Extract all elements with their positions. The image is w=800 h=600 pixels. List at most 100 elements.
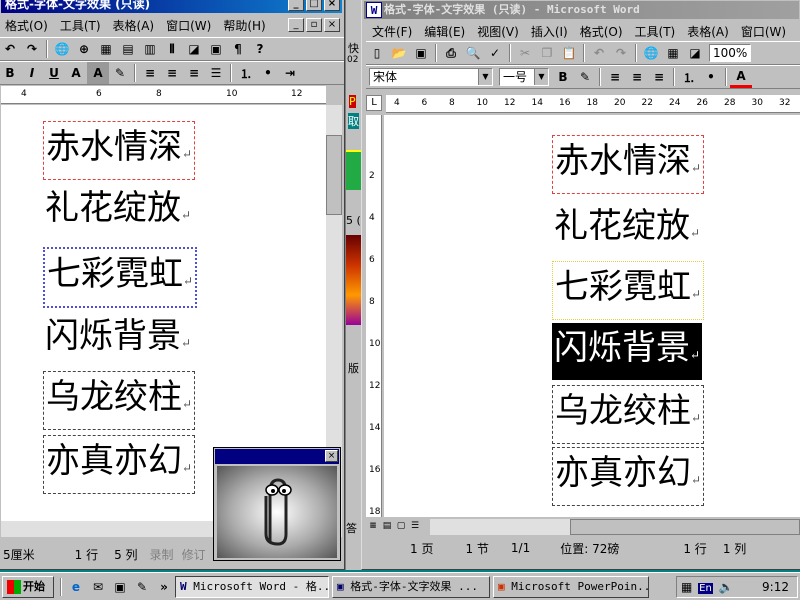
char-shading-icon[interactable]: A bbox=[87, 62, 109, 84]
new-icon[interactable]: ▯ bbox=[366, 42, 388, 64]
menu-tools[interactable]: 工具(T) bbox=[629, 23, 682, 40]
menu-window[interactable]: 窗口(W) bbox=[160, 17, 217, 34]
bold-icon[interactable]: B bbox=[552, 66, 574, 88]
paperclip-icon[interactable] bbox=[217, 466, 337, 558]
align-right-icon[interactable]: ≡ bbox=[648, 66, 670, 88]
align-right-icon[interactable]: ≡ bbox=[183, 62, 205, 84]
office-assistant-window[interactable]: × bbox=[213, 447, 341, 561]
char-border-icon[interactable]: A bbox=[65, 62, 87, 84]
web-view-icon[interactable]: ▤ bbox=[380, 519, 394, 533]
cut-icon[interactable]: ✂ bbox=[514, 42, 536, 64]
ruler-corner[interactable]: L bbox=[366, 95, 382, 111]
menu-file[interactable]: 文件(F) bbox=[366, 23, 418, 40]
print-preview-icon[interactable]: 🔍 bbox=[462, 42, 484, 64]
hyperlink-icon[interactable]: 🌐 bbox=[51, 38, 73, 60]
spelling-icon[interactable]: ✓ bbox=[484, 42, 506, 64]
menu-window[interactable]: 窗口(W) bbox=[735, 23, 792, 40]
align-center-icon[interactable]: ≡ bbox=[626, 66, 648, 88]
outline-view-icon[interactable]: ☰ bbox=[408, 519, 422, 533]
italic-icon[interactable]: I bbox=[21, 62, 43, 84]
ime-icon[interactable]: ▦ bbox=[681, 580, 692, 594]
bullets-icon[interactable]: • bbox=[700, 66, 722, 88]
zoom-select[interactable]: 100% bbox=[709, 44, 751, 62]
highlight-icon[interactable]: ✎ bbox=[574, 66, 596, 88]
h-scroll-thumb[interactable] bbox=[570, 519, 800, 535]
menu-table[interactable]: 表格(A) bbox=[681, 23, 735, 40]
more-icon[interactable]: » bbox=[153, 576, 175, 598]
minimize-button[interactable]: _ bbox=[288, 0, 304, 11]
open-icon[interactable]: 📂 bbox=[388, 42, 410, 64]
show-hide-icon[interactable]: ¶ bbox=[227, 38, 249, 60]
columns-icon[interactable]: ⫴ bbox=[161, 38, 183, 60]
maximize-button[interactable]: □ bbox=[306, 0, 322, 11]
taskbar-word-2[interactable]: ▣ 格式-字体-文字效果 ... bbox=[332, 575, 490, 598]
tables-borders-icon[interactable]: ▦ bbox=[95, 38, 117, 60]
numbering-icon[interactable]: ⒈ bbox=[235, 62, 257, 84]
indent-icon[interactable]: ⇥ bbox=[279, 62, 301, 84]
insert-table-icon[interactable]: ▤ bbox=[117, 38, 139, 60]
bullets-icon[interactable]: • bbox=[257, 62, 279, 84]
underline-icon[interactable]: U bbox=[43, 62, 65, 84]
menu-tools[interactable]: 工具(T) bbox=[54, 17, 107, 34]
font-name-select[interactable]: 宋体 ▼ bbox=[369, 68, 493, 86]
close-button[interactable]: × bbox=[324, 0, 340, 11]
save-icon[interactable]: ▣ bbox=[410, 42, 432, 64]
print-icon[interactable]: ⎙ bbox=[440, 42, 462, 64]
word-5: 乌龙绞柱↵ bbox=[43, 371, 196, 430]
menu-insert[interactable]: 插入(I) bbox=[525, 23, 574, 40]
help-icon[interactable]: ? bbox=[249, 38, 271, 60]
web-toolbar-icon[interactable]: ⊕ bbox=[73, 38, 95, 60]
assistant-title-bar[interactable]: × bbox=[215, 449, 339, 464]
menu-format[interactable]: 格式(O) bbox=[0, 17, 54, 34]
doc-close-button[interactable]: × bbox=[324, 18, 340, 32]
right-horizontal-scrollbar[interactable] bbox=[430, 519, 800, 535]
normal-view-icon[interactable]: ≡ bbox=[366, 519, 380, 533]
outlook-icon[interactable]: ✉ bbox=[87, 576, 109, 598]
copy-icon[interactable]: ❐ bbox=[536, 42, 558, 64]
hyperlink-icon[interactable]: 🌐 bbox=[640, 42, 662, 64]
close-button[interactable]: × bbox=[325, 450, 338, 462]
doc-restore-button[interactable]: ▫ bbox=[306, 18, 322, 32]
doc-minimize-button[interactable]: _ bbox=[288, 18, 304, 32]
justify-icon[interactable]: ☰ bbox=[205, 62, 227, 84]
insert-excel-icon[interactable]: ▥ bbox=[139, 38, 161, 60]
paste-icon[interactable]: 📋 bbox=[558, 42, 580, 64]
right-document-area[interactable]: 赤水情深↵ 礼花绽放↵ 七彩霓虹↵ 闪烁背景↵ 乌龙绞柱↵ 亦真亦幻↵ bbox=[384, 115, 800, 517]
strip-label: 取 bbox=[348, 113, 359, 129]
channel-icon[interactable]: ✎ bbox=[131, 576, 153, 598]
menu-format[interactable]: 格式(O) bbox=[574, 23, 629, 40]
align-left-icon[interactable]: ≡ bbox=[604, 66, 626, 88]
font-color-icon[interactable]: A bbox=[730, 66, 752, 88]
start-button[interactable]: 开始 bbox=[2, 575, 54, 598]
highlight-icon[interactable]: ✎ bbox=[109, 62, 131, 84]
volume-icon[interactable]: 🔈 bbox=[719, 580, 734, 594]
scroll-thumb[interactable] bbox=[326, 135, 342, 215]
menu-help[interactable]: 帮助(H) bbox=[217, 17, 271, 34]
align-left-icon[interactable]: ≡ bbox=[139, 62, 161, 84]
ie-icon[interactable]: e bbox=[65, 576, 87, 598]
lang-indicator[interactable]: En bbox=[698, 583, 713, 594]
tables-borders-icon[interactable]: ▦ bbox=[662, 42, 684, 64]
menu-edit[interactable]: 编辑(E) bbox=[418, 23, 471, 40]
page-view-icon[interactable]: ▢ bbox=[394, 519, 408, 533]
menu-view[interactable]: 视图(V) bbox=[471, 23, 525, 40]
redo-icon[interactable]: ↷ bbox=[21, 38, 43, 60]
numbering-icon[interactable]: ⒈ bbox=[678, 66, 700, 88]
menu-table[interactable]: 表格(A) bbox=[107, 17, 161, 34]
drawing-icon[interactable]: ◪ bbox=[684, 42, 706, 64]
taskbar-word-1[interactable]: W Microsoft Word - 格... bbox=[175, 575, 329, 598]
doc-map-icon[interactable]: ▣ bbox=[205, 38, 227, 60]
taskbar-powerpoint[interactable]: ▣ Microsoft PowerPoin... bbox=[493, 575, 649, 598]
undo-icon[interactable]: ↶ bbox=[588, 42, 610, 64]
ruler-tick: 18 bbox=[369, 507, 381, 517]
font-size-select[interactable]: 一号 ▼ bbox=[499, 68, 549, 86]
undo-icon[interactable]: ↶ bbox=[0, 38, 21, 60]
redo-icon[interactable]: ↷ bbox=[610, 42, 632, 64]
left-window-title: 格式-字体-文字效果 (只读) bbox=[5, 0, 151, 11]
drawing-icon[interactable]: ◪ bbox=[183, 38, 205, 60]
bold-icon[interactable]: B bbox=[0, 62, 21, 84]
desktop-icon[interactable]: ▣ bbox=[109, 576, 131, 598]
align-center-icon[interactable]: ≡ bbox=[161, 62, 183, 84]
right-title-bar[interactable]: W 格式-字体-文字效果 (只读) - Microsoft Word bbox=[364, 1, 799, 19]
left-title-bar[interactable]: 格式-字体-文字效果 (只读) _ □ × bbox=[1, 0, 342, 13]
